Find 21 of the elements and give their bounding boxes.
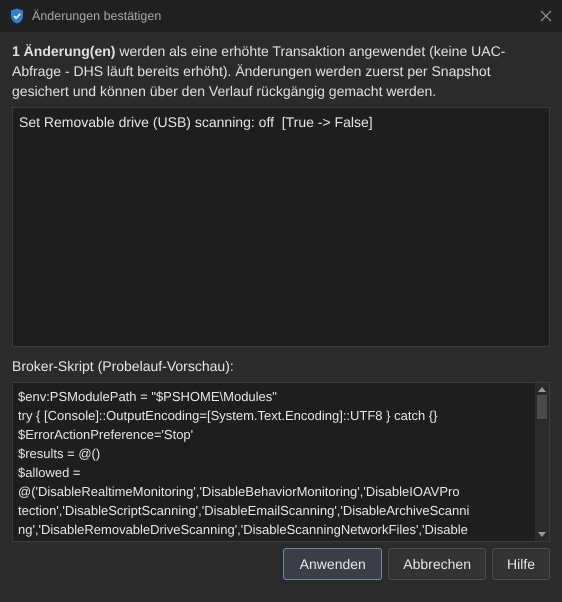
code-line: @('DisableRealtimeMonitoring','DisableBehaviorMonitoring','DisableIOAVPro (18, 483, 460, 501)
scroll-up-icon[interactable] (538, 386, 546, 392)
code-line: tection','DisableScriptScanning','DisableEmailScanning','DisableArchiveScanni (18, 502, 470, 520)
code-line: $ErrorActionPreference='Stop' (18, 426, 194, 444)
shield-icon (10, 8, 24, 24)
dialog-button[interactable]: Hilfe (492, 548, 550, 580)
scroll-thumb[interactable] (537, 395, 547, 419)
window-title: Änderungen bestätigen (32, 9, 162, 23)
scroll-down-icon[interactable] (538, 532, 546, 538)
dialog-button[interactable]: Anwenden (283, 548, 382, 580)
dialog-button[interactable]: Abbrechen (388, 548, 486, 580)
code-line: $env:PSModulePath = "$PSHOME\Modules" (18, 388, 277, 406)
scrollbar[interactable] (535, 383, 549, 541)
code-line: $results = @() (18, 445, 100, 463)
script-label: Broker-Skript (Probelauf-Vorschau): (12, 357, 235, 375)
code-line: ng','DisableRemovableDriveScanning','DisableScanningNetworkFiles','Disable (18, 521, 468, 539)
close-icon[interactable] (540, 10, 552, 22)
info-text: 1 Änderung(en) werden als eine erhöhte Transaktion angewendet (keine UAC-Abfrage - DHS läuft bereits erhöht). Änderungen werden zuerst per Snapshot gesichert und können über den Verlauf rückgängig gemacht werden. (12, 42, 506, 101)
code-line: $allowed = (18, 464, 81, 482)
code-line: try { [Console]::OutputEncoding=[System.Text.Encoding]::UTF8 } catch {} (18, 407, 438, 425)
change-item[interactable]: Set Removable drive (USB) scanning: off [True -> False] (19, 114, 373, 130)
